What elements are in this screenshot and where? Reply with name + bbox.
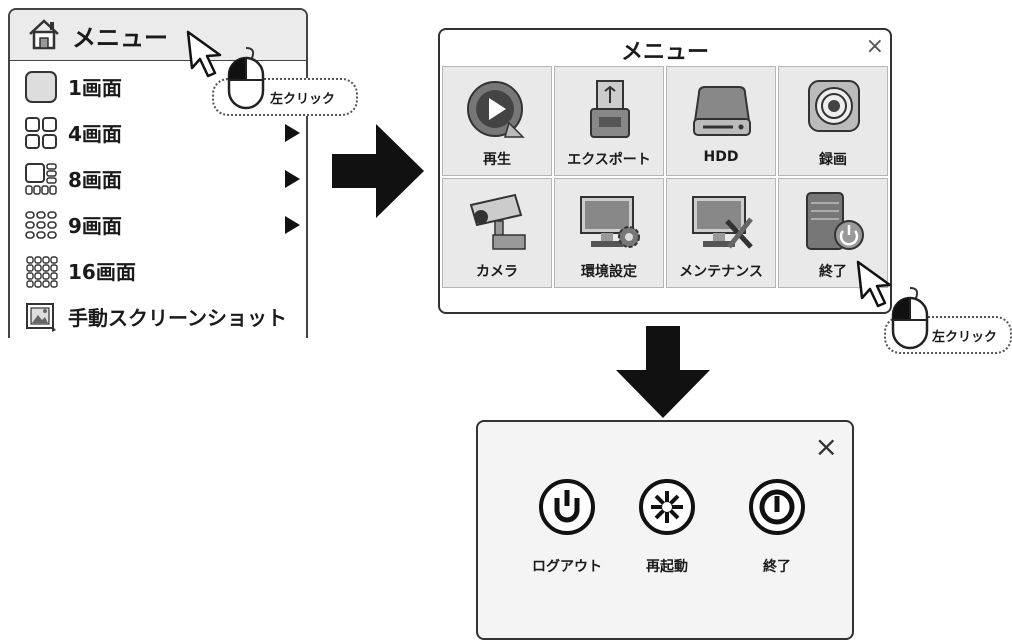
submenu-arrow-icon xyxy=(285,170,300,188)
close-icon[interactable]: × xyxy=(815,430,838,463)
quad-screen-icon xyxy=(25,117,57,149)
menu-item-16-screen[interactable]: 16画面 xyxy=(8,248,308,292)
shutdown-icon xyxy=(749,479,805,535)
submenu-arrow-icon xyxy=(285,216,300,234)
tile-settings[interactable]: 環境設定 xyxy=(554,178,664,288)
screenshot-icon xyxy=(26,303,56,332)
power-dialog: × ログアウト 再起動 終了 xyxy=(476,420,854,640)
sixteen-screen-icon xyxy=(26,256,58,288)
tile-label: 録画 xyxy=(819,152,847,168)
logout-button[interactable]: ログアウト xyxy=(522,478,612,578)
tile-label: カメラ xyxy=(476,264,518,280)
tile-label: 環境設定 xyxy=(581,264,637,280)
menu-window-title: メニュー xyxy=(620,40,709,65)
logout-icon xyxy=(539,479,595,535)
tile-camera[interactable]: カメラ xyxy=(442,178,552,288)
restart-icon xyxy=(639,479,695,535)
record-icon xyxy=(808,80,860,132)
shutdown-icon xyxy=(806,192,864,250)
menu-item-manual-screenshot[interactable]: 手動スクリーンショット xyxy=(8,294,308,338)
mouse-icon xyxy=(227,47,265,110)
tile-maintenance[interactable]: メンテナンス xyxy=(666,178,776,288)
menu-item-label: 手動スクリーンショット xyxy=(68,306,287,330)
submenu-arrow-icon xyxy=(285,124,300,142)
menu-item-label: 16画面 xyxy=(68,260,136,284)
power-button-label: 再起動 xyxy=(646,559,688,575)
home-icon xyxy=(29,19,59,50)
left-click-label: 左クリック xyxy=(932,330,998,345)
menu-item-label: 8画面 xyxy=(68,168,122,192)
tile-record[interactable]: 録画 xyxy=(778,66,888,176)
usb-export-icon xyxy=(590,80,630,138)
eight-screen-icon xyxy=(25,163,57,195)
menu-window: メニュー × 再生 エクスポート HDD 録画 カメラ 環境設定 メンテナンス … xyxy=(438,28,892,314)
flow-arrow-right-icon xyxy=(332,124,424,218)
power-button-label: 終了 xyxy=(763,559,791,575)
menu-item-label: 9画面 xyxy=(68,214,122,238)
nine-screen-icon xyxy=(25,211,57,239)
tile-playback[interactable]: 再生 xyxy=(442,66,552,176)
settings-icon xyxy=(580,196,640,248)
flow-arrow-down-icon xyxy=(616,326,710,418)
camera-icon xyxy=(469,193,526,250)
menu-item-label: 4画面 xyxy=(68,122,122,146)
tile-label: 再生 xyxy=(483,152,511,168)
context-menu-title: メニュー xyxy=(72,24,168,52)
tile-label: メンテナンス xyxy=(679,264,763,280)
mouse-icon xyxy=(891,287,929,350)
tile-export[interactable]: エクスポート xyxy=(554,66,664,176)
left-click-label: 左クリック xyxy=(270,92,336,107)
power-button-label: ログアウト xyxy=(532,559,602,575)
single-screen-icon xyxy=(25,71,57,103)
tile-label: HDD xyxy=(703,149,739,165)
restart-button[interactable]: 再起動 xyxy=(622,478,712,578)
playback-icon xyxy=(467,81,525,138)
hdd-icon xyxy=(693,86,751,136)
tile-label: エクスポート xyxy=(567,152,651,168)
menu-item-4-screen[interactable]: 4画面 xyxy=(8,110,308,154)
maintenance-icon xyxy=(692,196,753,249)
shutdown-button[interactable]: 終了 xyxy=(732,478,822,578)
menu-item-9-screen[interactable]: 9画面 xyxy=(8,202,308,246)
tile-hdd[interactable]: HDD xyxy=(666,66,776,176)
close-icon[interactable]: × xyxy=(866,34,884,59)
menu-item-label: 1画面 xyxy=(68,76,122,100)
menu-item-8-screen[interactable]: 8画面 xyxy=(8,156,308,200)
